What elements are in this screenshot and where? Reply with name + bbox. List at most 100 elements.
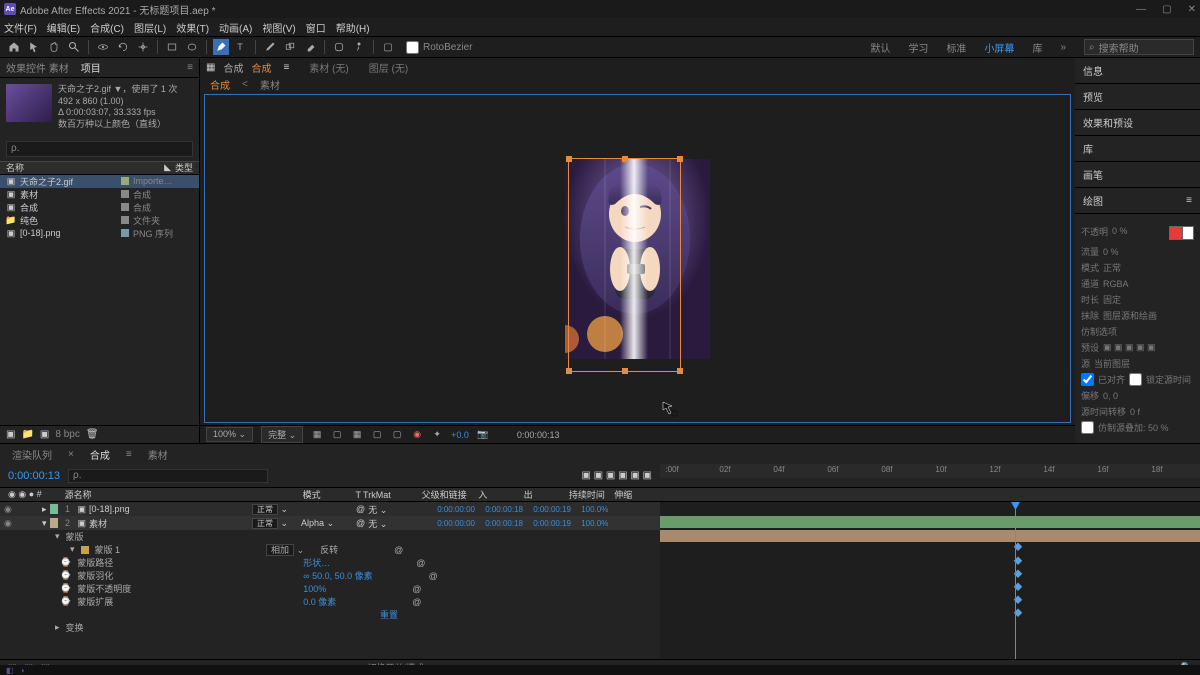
channel-icon[interactable]: ◉ — [411, 429, 423, 441]
transparency-icon[interactable]: ▦ — [311, 429, 323, 441]
prop-value[interactable]: ∞ 50.0, 50.0 像素 — [303, 569, 372, 582]
trash-icon[interactable]: 🗑 — [86, 429, 99, 440]
pickwhip-icon[interactable]: @ — [416, 558, 425, 568]
duration[interactable]: 0:00:00:19 — [533, 505, 577, 514]
tab-comp[interactable]: 合成 — [90, 447, 110, 462]
stretch[interactable]: 100.0% — [581, 505, 625, 514]
menu-layer[interactable]: 图层(L) — [134, 20, 166, 35]
snapshot-icon[interactable]: 📷 — [477, 429, 489, 441]
stopwatch-icon[interactable]: ⌚ — [60, 596, 71, 607]
tab-project[interactable]: 项目 — [81, 60, 101, 75]
rotate-tool-icon[interactable] — [115, 39, 131, 55]
mask-name[interactable]: 蒙版 1 — [95, 543, 121, 556]
col-stretch[interactable]: 伸缩 — [614, 488, 652, 501]
sidebar-item-paint[interactable]: 绘图≡ — [1075, 188, 1200, 214]
aligned-check[interactable] — [1081, 373, 1094, 386]
label-color[interactable] — [50, 518, 58, 528]
composition-canvas[interactable] — [204, 94, 1071, 423]
sidebar-item-brush[interactable]: 画笔 — [1075, 162, 1200, 188]
reset-link[interactable]: 重置 — [380, 608, 398, 621]
pickwhip-icon[interactable]: @ — [429, 571, 438, 581]
subtab-material[interactable]: 素材 — [260, 77, 280, 92]
help-search[interactable]: ⌕ 搜索帮助 — [1084, 39, 1194, 55]
col-mode[interactable]: 模式 — [303, 488, 356, 501]
twirl-icon[interactable]: ▾ — [70, 544, 75, 555]
ws-small[interactable]: 小屏幕 — [984, 40, 1014, 55]
list-item[interactable]: ▣ 合成 合成 — [0, 201, 199, 214]
locksrc-check[interactable] — [1129, 373, 1142, 386]
out-time[interactable]: 0:00:00:18 — [485, 505, 529, 514]
erase-value[interactable]: 图层源和绘画 — [1103, 309, 1157, 322]
eye-icon[interactable]: ◉ — [4, 504, 14, 515]
exposure-value[interactable]: +0.0 — [451, 430, 469, 440]
opacity-value[interactable]: 0 % — [1112, 226, 1128, 236]
tab-material[interactable]: 素材 — [148, 447, 168, 462]
col-type[interactable]: 类型 — [175, 161, 193, 174]
layer-row[interactable]: ◉ ▸ 1 ▣ [0-18].png 正常 ⌄ @ 无 ⌄ 0:00:00:00… — [0, 502, 660, 516]
mask-group[interactable]: 蒙版 — [66, 530, 84, 543]
tab-effect-controls[interactable]: 效果控件 素材 — [6, 60, 69, 75]
playhead[interactable] — [1015, 502, 1016, 659]
viewer-tab-comp[interactable]: 合成 — [251, 60, 271, 75]
current-timecode[interactable]: 0:00:00:13 — [8, 470, 60, 482]
zoom-tool-icon[interactable] — [66, 39, 82, 55]
stopwatch-icon[interactable]: ⌚ — [60, 557, 71, 568]
duration[interactable]: 0:00:00:19 — [533, 519, 577, 528]
grid-icon[interactable]: ▢ — [371, 429, 383, 441]
pickwhip-icon[interactable]: @ — [412, 584, 421, 594]
mode-value[interactable]: 正常 — [1103, 261, 1121, 274]
menu-file[interactable]: 文件(F) — [4, 20, 37, 35]
hand-tool-icon[interactable] — [46, 39, 62, 55]
mask-icon[interactable]: ▢ — [331, 429, 343, 441]
prop-value[interactable]: 0.0 像素 — [303, 595, 336, 608]
quality-dropdown[interactable]: 完整 ⌄ — [261, 426, 303, 443]
in-time[interactable]: 0:00:00:00 — [437, 519, 481, 528]
rectangle-tool-icon[interactable] — [164, 39, 180, 55]
menu-edit[interactable]: 编辑(E) — [47, 20, 80, 35]
color-mgmt-icon[interactable]: ✦ — [431, 429, 443, 441]
timeline-tracks[interactable] — [660, 502, 1200, 659]
ws-standard[interactable]: 标准 — [946, 40, 966, 55]
viewer-tab-layer[interactable]: 图层 (无) — [369, 60, 408, 75]
tl-toggle-icon[interactable]: ▣ ▣ ▣ ▣ ▣ ▣ — [581, 470, 652, 481]
tab-menu-icon[interactable]: ≡ — [126, 449, 132, 460]
ws-learn[interactable]: 学习 — [908, 40, 928, 55]
preset-icon[interactable]: ▣ ▣ ▣ ▣ ▣ — [1103, 342, 1156, 353]
list-item[interactable]: ▣ 素材 合成 — [0, 188, 199, 201]
text-tool-icon[interactable]: T — [233, 39, 249, 55]
twirl-icon[interactable]: ▸ — [42, 504, 47, 515]
sidebar-item-preview[interactable]: 预览 — [1075, 84, 1200, 110]
eye-icon[interactable]: ◉ — [4, 518, 14, 529]
project-filter[interactable]: ρ. — [6, 141, 193, 157]
sidebar-item-info[interactable]: 信息 — [1075, 58, 1200, 84]
twirl-icon[interactable]: ▾ — [55, 531, 60, 542]
minimize-icon[interactable]: — — [1136, 4, 1146, 15]
duration-value[interactable]: 固定 — [1103, 293, 1121, 306]
pickwhip-icon[interactable]: @ — [356, 518, 365, 528]
col-name[interactable]: 名称 — [6, 161, 164, 174]
subtab-comp[interactable]: 合成 — [210, 77, 230, 92]
pickwhip-icon[interactable]: @ — [356, 504, 365, 514]
col-trkmat[interactable]: TrkMat — [363, 490, 422, 500]
selection-tool-icon[interactable] — [26, 39, 42, 55]
maximize-icon[interactable]: ▢ — [1162, 4, 1171, 15]
tab-render-queue[interactable]: 渲染队列 — [12, 447, 52, 462]
ellipse-tool-icon[interactable] — [184, 39, 200, 55]
list-item[interactable]: ▣ [0-18].png PNG 序列 — [0, 227, 199, 240]
close-icon[interactable]: ✕ — [1188, 4, 1196, 15]
ws-library[interactable]: 库 — [1032, 40, 1042, 55]
new-folder-icon[interactable]: 📁 — [21, 429, 33, 440]
col-out[interactable]: 出 — [524, 488, 569, 501]
clone-overlay-check[interactable] — [1081, 421, 1094, 434]
prop-value[interactable]: 100% — [303, 584, 326, 594]
safe-zones-icon[interactable]: ▦ — [351, 429, 363, 441]
viewer-tab-material[interactable]: 素材 (无) — [309, 60, 348, 75]
twirl-icon[interactable]: ▸ — [55, 622, 60, 633]
sidebar-item-effects[interactable]: 效果和预设 — [1075, 110, 1200, 136]
fg-swatch[interactable] — [1169, 226, 1183, 240]
layer-bar[interactable] — [660, 516, 1200, 528]
col-in[interactable]: 入 — [478, 488, 523, 501]
panel-menu-icon[interactable]: ≡ — [1186, 195, 1192, 206]
anchor-tool-icon[interactable] — [135, 39, 151, 55]
bpc-label[interactable]: 8 bpc — [55, 429, 79, 440]
